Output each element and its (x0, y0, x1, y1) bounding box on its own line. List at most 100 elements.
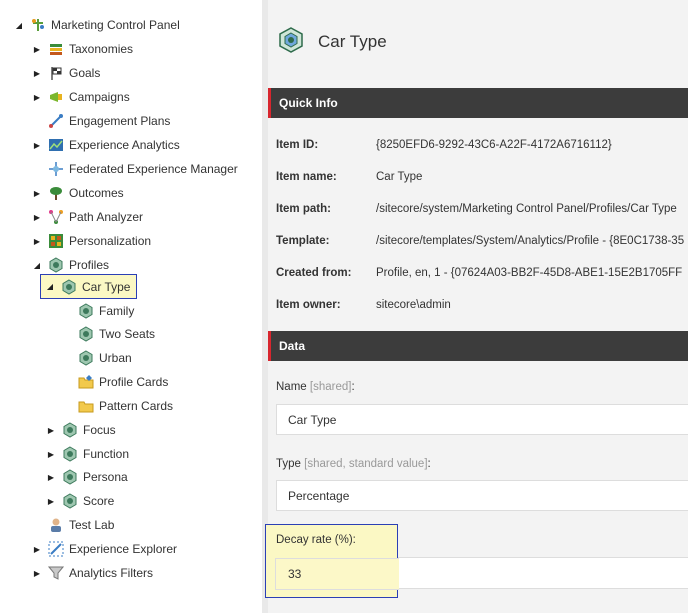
tree-item-label: Path Analyzer (69, 210, 144, 224)
profile-cards-folder-icon (78, 374, 94, 390)
expanded-arrow-icon[interactable]: ◢ (32, 261, 42, 270)
quick-info-label: Template: (276, 235, 330, 247)
tree-item-label: Experience Analytics (69, 138, 180, 152)
tree-item-experience-explorer[interactable]: ▶ Experience Explorer (32, 538, 177, 560)
tree-item-label: Goals (69, 66, 101, 80)
quick-info-item-id: Item ID: {8250EFD6-9292-43C6-A22F-4172A6… (276, 135, 612, 155)
type-field-input[interactable]: Percentage (276, 480, 688, 511)
collapsed-arrow-icon[interactable]: ▶ (32, 69, 42, 78)
tree-item-outcomes[interactable]: ▶ Outcomes (32, 182, 124, 204)
collapsed-arrow-icon[interactable]: ▶ (46, 473, 56, 482)
experience-explorer-icon (48, 541, 64, 557)
tree-item-label: Federated Experience Manager (69, 162, 238, 176)
decay-rate-highlight: Decay rate (%): 33 (265, 524, 399, 598)
quick-info-value[interactable]: /sitecore/system/Marketing Control Panel… (376, 203, 677, 215)
tree-item-label: Profile Cards (99, 375, 169, 389)
decay-rate-label: Decay rate (%): (276, 534, 356, 546)
experience-analytics-icon (48, 137, 64, 153)
tree-item-profiles[interactable]: ◢ Profiles (32, 254, 109, 276)
quick-info-value: sitecore\admin (376, 299, 451, 311)
quick-info-label: Created from: (276, 267, 352, 279)
collapsed-arrow-icon[interactable]: ▶ (32, 45, 42, 54)
expanded-arrow-icon[interactable]: ◢ (45, 282, 55, 291)
path-analyzer-icon (48, 209, 64, 225)
collapsed-arrow-icon[interactable]: ▶ (32, 189, 42, 198)
tree-item-label: Car Type (82, 279, 131, 294)
tree-item-campaigns[interactable]: ▶ Campaigns (32, 86, 130, 108)
profile-icon (62, 493, 78, 509)
quick-info-value[interactable]: Profile, en, 1 - {07624A03-BB2F-45D8-ABE… (376, 267, 682, 279)
tree-item-marketing-control-panel[interactable]: ◢ Marketing Control Panel (14, 14, 180, 36)
collapsed-arrow-icon[interactable]: ▶ (32, 213, 42, 222)
quick-info-value[interactable]: {8250EFD6-9292-43C6-A22F-4172A6716112} (376, 139, 612, 151)
collapsed-arrow-icon[interactable]: ▶ (46, 426, 56, 435)
tree-item-family[interactable]: Family (78, 300, 134, 322)
quick-info-label: Item name: (276, 171, 337, 183)
engagement-plans-icon (48, 113, 64, 129)
collapsed-arrow-icon[interactable]: ▶ (32, 569, 42, 578)
tree-item-label: Experience Explorer (69, 542, 178, 556)
content-tree: ◢ Marketing Control Panel ▶ Taxonomies ▶… (0, 0, 262, 613)
tree-item-label: Focus (83, 423, 116, 437)
collapsed-arrow-icon[interactable]: ▶ (32, 237, 42, 246)
tree-item-test-lab[interactable]: Test Lab (32, 514, 114, 536)
quick-info-label: Item ID: (276, 139, 319, 151)
tree-item-experience-analytics[interactable]: ▶ Experience Analytics (32, 134, 180, 156)
tree-item-label: Personalization (69, 234, 152, 248)
profile-key-icon (78, 350, 94, 366)
tree-item-label: Taxonomies (69, 42, 134, 56)
profile-icon (62, 469, 78, 485)
tree-item-label: Engagement Plans (69, 114, 171, 128)
tree-item-label: Function (83, 447, 130, 461)
tree-item-taxonomies[interactable]: ▶ Taxonomies (32, 38, 133, 60)
collapsed-arrow-icon[interactable]: ▶ (32, 545, 42, 554)
analytics-filters-icon (48, 565, 64, 581)
tree-item-federated-experience-manager[interactable]: Federated Experience Manager (32, 158, 238, 180)
campaigns-icon (48, 89, 64, 105)
tree-item-urban[interactable]: Urban (78, 347, 132, 369)
quick-info-value: Car Type (376, 171, 423, 183)
quick-info-item-path: Item path: /sitecore/system/Marketing Co… (276, 199, 677, 219)
profile-key-icon (78, 326, 94, 342)
name-field-label: Name [shared]: (276, 381, 355, 393)
collapsed-arrow-icon[interactable]: ▶ (46, 450, 56, 459)
goals-icon (48, 65, 64, 81)
pattern-cards-folder-icon (78, 398, 94, 414)
taxonomies-icon (48, 41, 64, 57)
content-editor: Car Type Quick Info Item ID: {8250EFD6-9… (268, 0, 688, 613)
tree-item-two-seats[interactable]: Two Seats (78, 323, 155, 345)
tree-item-label: Profiles (69, 258, 110, 272)
quick-info-item-owner: Item owner: sitecore\admin (276, 295, 451, 315)
profile-icon (62, 446, 78, 462)
decay-rate-input-continuation[interactable] (398, 557, 688, 589)
tree-item-engagement-plans[interactable]: Engagement Plans (32, 110, 170, 132)
type-field-label: Type [shared, standard value]: (276, 458, 431, 470)
tree-item-pattern-cards[interactable]: Pattern Cards (78, 395, 173, 417)
tree-item-personalization[interactable]: ▶ Personalization (32, 230, 151, 252)
decay-rate-input[interactable]: 33 (275, 558, 399, 590)
tree-item-profile-cards[interactable]: Profile Cards (78, 371, 168, 393)
expanded-arrow-icon[interactable]: ◢ (14, 21, 24, 30)
collapsed-arrow-icon[interactable]: ▶ (46, 497, 56, 506)
data-section-header[interactable]: Data (268, 331, 688, 361)
tree-item-focus[interactable]: ▶ Focus (46, 419, 116, 441)
tree-item-car-type-selected[interactable]: ◢ Car Type (40, 274, 138, 299)
profile-icon (62, 422, 78, 438)
tree-item-label: Family (99, 304, 135, 318)
quick-info-section-header[interactable]: Quick Info (268, 88, 688, 118)
page-title: Car Type (318, 32, 387, 51)
collapsed-arrow-icon[interactable]: ▶ (32, 141, 42, 150)
tree-item-analytics-filters[interactable]: ▶ Analytics Filters (32, 562, 153, 584)
tree-item-goals[interactable]: ▶ Goals (32, 62, 100, 84)
collapsed-arrow-icon[interactable]: ▶ (32, 93, 42, 102)
tree-item-path-analyzer[interactable]: ▶ Path Analyzer (32, 206, 143, 228)
tree-item-score[interactable]: ▶ Score (46, 490, 114, 512)
tree-item-function[interactable]: ▶ Function (46, 443, 129, 465)
quick-info-label: Item path: (276, 203, 331, 215)
quick-info-value[interactable]: /sitecore/templates/System/Analytics/Pro… (376, 235, 684, 247)
name-field-input[interactable]: Car Type (276, 404, 688, 435)
marketing-control-panel-icon (30, 17, 46, 33)
tree-item-label: Test Lab (69, 518, 115, 532)
tree-item-label: Campaigns (69, 90, 130, 104)
tree-item-persona[interactable]: ▶ Persona (46, 466, 128, 488)
